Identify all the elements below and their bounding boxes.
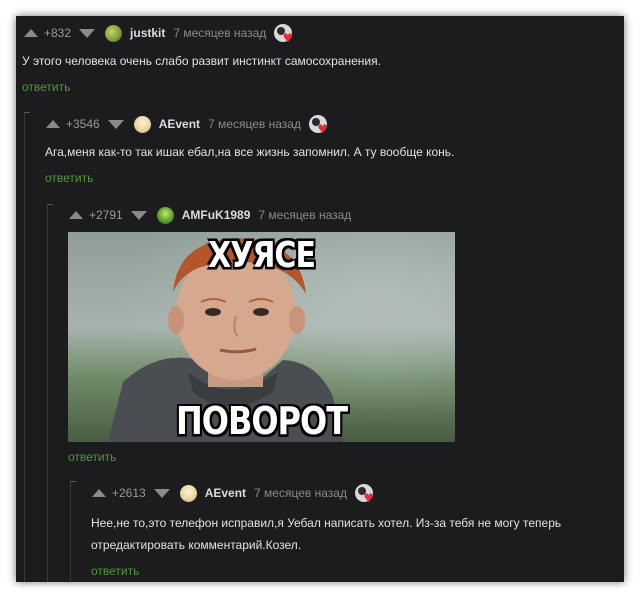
comment-rating: +3546 [66, 117, 100, 131]
comment-header: +2613 AEvent 7 месяцев назад [92, 483, 374, 505]
avatar[interactable] [105, 24, 123, 42]
username[interactable]: AEvent [205, 486, 246, 500]
thread-line[interactable] [70, 481, 71, 582]
reply-link[interactable]: ответить [22, 80, 70, 94]
award-icon [354, 484, 374, 505]
avatar[interactable] [179, 484, 197, 502]
comment-rating: +2613 [112, 486, 146, 500]
meme-top-caption: ХУЯСЕ [208, 234, 316, 277]
award-icon [274, 24, 293, 45]
downvote-icon[interactable] [107, 119, 124, 129]
reply-link[interactable]: ответить [91, 564, 139, 578]
upvote-icon[interactable] [46, 120, 60, 128]
comment-header: +832 justkit 7 месяцев назад [24, 23, 293, 45]
thread-line[interactable] [47, 204, 48, 582]
comment-header: +2791 AMFuK1989 7 месяцев назад [69, 205, 359, 225]
downvote-icon[interactable] [153, 488, 170, 498]
upvote-icon[interactable] [24, 29, 38, 37]
comment-header: +3546 AEvent 7 месяцев назад [46, 114, 328, 136]
meme-image[interactable]: ХУЯСЕ ПОВОРОТ [68, 232, 455, 442]
upvote-icon[interactable] [69, 211, 83, 219]
downvote-icon[interactable] [79, 28, 96, 38]
avatar[interactable] [156, 206, 174, 224]
comments-panel: +832 justkit 7 месяцев назад У этого чел… [16, 16, 624, 582]
comment-rating: +2791 [89, 208, 123, 222]
comment-time[interactable]: 7 месяцев назад [208, 117, 301, 131]
downvote-icon[interactable] [130, 210, 147, 220]
thread-line[interactable] [24, 112, 25, 582]
thread-line-cap [47, 204, 53, 205]
comment-time[interactable]: 7 месяцев назад [173, 26, 266, 40]
comment-text: Ага,меня как-то так ишак ебал,на все жиз… [45, 145, 455, 159]
comment-rating: +832 [44, 26, 72, 40]
thread-line-cap [24, 112, 30, 113]
thread-line-cap [70, 481, 76, 482]
meme-bottom-caption: ПОВОРОТ [175, 398, 348, 442]
comment-text-line-2: отредактировать комментарий.Козел. [91, 538, 302, 552]
username[interactable]: AMFuK1989 [182, 208, 251, 222]
upvote-icon[interactable] [92, 489, 106, 497]
reply-link[interactable]: ответить [45, 171, 93, 185]
comment-text: У этого человека очень слабо развит инст… [22, 54, 381, 68]
comment-text-line-1: Нее,не то,это телефон исправил,я Уебал н… [91, 516, 562, 530]
comment-time[interactable]: 7 месяцев назад [254, 486, 347, 500]
avatar[interactable] [133, 115, 151, 133]
username[interactable]: AEvent [159, 117, 200, 131]
award-icon [308, 115, 328, 136]
username[interactable]: justkit [130, 26, 165, 40]
reply-link[interactable]: ответить [68, 450, 116, 464]
comment-time[interactable]: 7 месяцев назад [258, 208, 351, 222]
